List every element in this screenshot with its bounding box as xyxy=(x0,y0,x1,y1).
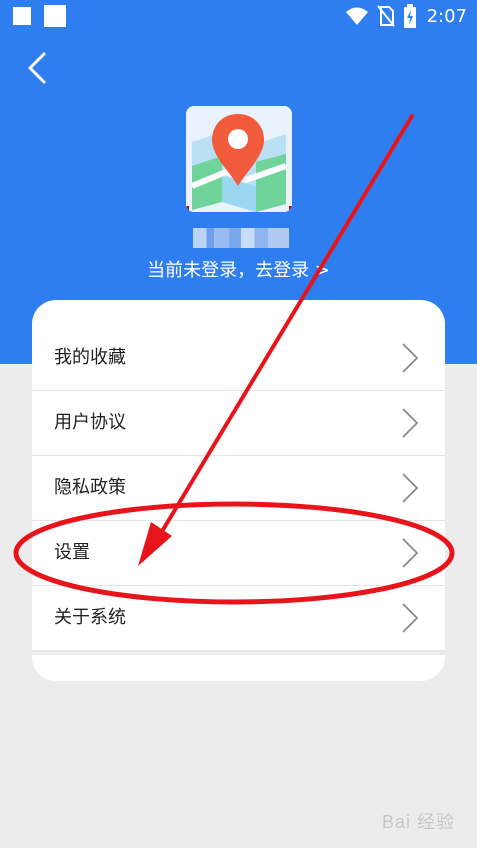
chevron-right-icon xyxy=(402,603,419,633)
menu-item-label: 关于系统 xyxy=(54,607,126,628)
menu-item-label: 我的收藏 xyxy=(54,347,126,368)
menu-item-favorites[interactable]: 我的收藏 xyxy=(32,326,445,391)
menu-card: 我的收藏 用户协议 隐私政策 设置 关于系统 xyxy=(32,300,445,681)
wifi-icon xyxy=(345,7,368,25)
login-prompt-link[interactable]: 当前未登录，去登录 > xyxy=(0,256,477,282)
menu-item-user-agreement[interactable]: 用户协议 xyxy=(32,391,445,456)
notification-square-icon xyxy=(13,7,31,25)
battery-charging-icon xyxy=(403,4,416,28)
map-pin-icon xyxy=(186,106,292,212)
chevron-right-icon xyxy=(402,343,419,373)
app-logo xyxy=(186,106,292,212)
watermark: Bai 经验 xyxy=(381,812,455,832)
chevron-right-icon xyxy=(402,538,419,568)
card-divider xyxy=(32,651,445,655)
menu-item-settings[interactable]: 设置 xyxy=(32,521,445,586)
menu-item-label: 用户协议 xyxy=(54,412,126,433)
clock: 2:07 xyxy=(426,5,467,27)
menu-item-label: 设置 xyxy=(54,542,90,563)
chevron-left-icon[interactable] xyxy=(22,48,54,88)
username-blurred xyxy=(193,228,289,248)
menu-item-label: 隐私政策 xyxy=(54,477,126,498)
menu-item-about-system[interactable]: 关于系统 xyxy=(32,586,445,651)
no-sim-icon xyxy=(376,5,395,27)
chevron-right-icon xyxy=(402,473,419,503)
menu-item-privacy-policy[interactable]: 隐私政策 xyxy=(32,456,445,521)
chevron-right-icon xyxy=(402,408,419,438)
notification-square-icon xyxy=(44,5,66,27)
status-icons: 2:07 xyxy=(345,4,467,28)
status-bar: 2:07 xyxy=(0,0,477,32)
